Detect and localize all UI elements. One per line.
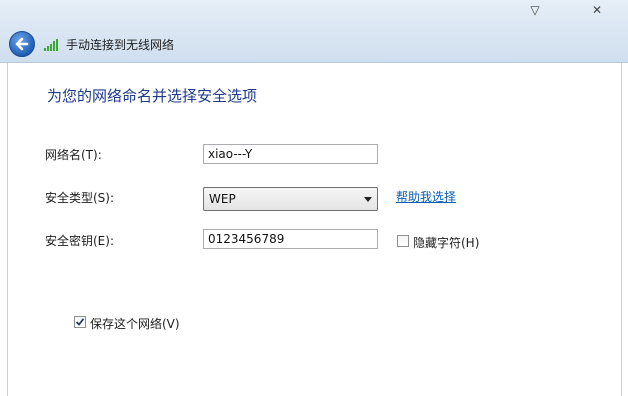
save-network-label: 保存这个网络(V) bbox=[90, 317, 180, 331]
checkmark-icon bbox=[75, 318, 85, 326]
security-key-label: 安全密钥(E): bbox=[45, 234, 114, 248]
security-type-select[interactable]: WEP bbox=[203, 187, 378, 211]
security-type-label: 安全类型(S): bbox=[45, 191, 115, 205]
help-me-choose-link[interactable]: 帮助我选择 bbox=[396, 188, 456, 205]
title-bar: ▽ ✕ 手动连接到无线网络 bbox=[0, 0, 628, 63]
security-type-value: WEP bbox=[209, 192, 236, 206]
wifi-signal-icon bbox=[44, 37, 60, 51]
hide-characters-label: 隐藏字符(H) bbox=[413, 236, 480, 250]
collapse-button[interactable]: ▽ bbox=[522, 2, 548, 18]
page-heading: 为您的网络命名并选择安全选项 bbox=[47, 87, 258, 105]
network-name-label: 网络名(T): bbox=[45, 148, 102, 162]
network-name-input[interactable] bbox=[203, 144, 378, 164]
security-key-input[interactable] bbox=[203, 229, 378, 249]
window-title: 手动连接到无线网络 bbox=[66, 38, 175, 52]
back-button[interactable] bbox=[9, 31, 35, 57]
hide-characters-checkbox[interactable] bbox=[397, 235, 409, 247]
close-button[interactable]: ✕ bbox=[584, 2, 610, 18]
save-network-checkbox[interactable] bbox=[74, 316, 86, 328]
chevron-down-icon bbox=[364, 197, 372, 202]
back-arrow-icon bbox=[15, 37, 29, 51]
